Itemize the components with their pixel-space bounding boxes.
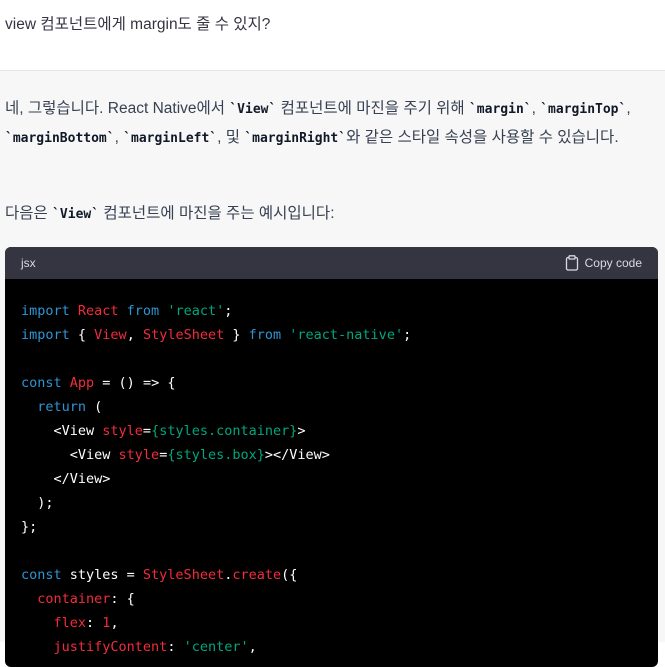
code-block: jsx Copy code import React from 'react';… [5, 247, 658, 667]
code-token: { [69, 327, 95, 343]
paragraph-text: 다음은 [5, 205, 53, 222]
user-message-text: view 컴포넌트에게 margin도 줄 수 있지? [5, 16, 271, 33]
code-token: 'react-native' [289, 327, 404, 343]
assistant-message: 네, 그렇습니다. React Native에서 `View` 컴포넌트에 마진… [0, 71, 665, 667]
code-line: const styles = StyleSheet.create({ [21, 563, 411, 587]
code-line: import React from 'react'; [21, 299, 411, 323]
code-token: import [21, 327, 70, 343]
user-message: view 컴포넌트에게 margin도 줄 수 있지? [0, 0, 665, 71]
paragraph-text: 네, 그렇습니다. React Native에서 [5, 100, 230, 117]
paragraph-text: , 및 [217, 129, 245, 146]
code-token: App [69, 375, 95, 391]
inline-code: `marginLeft` [123, 131, 218, 146]
code-token: flex [53, 615, 87, 631]
code-token: 'react' [167, 303, 225, 319]
inline-code: `margin` [468, 102, 532, 117]
code-token: {styles.container} [151, 423, 298, 439]
code-line: }; [21, 515, 411, 539]
code-token: }; [21, 519, 38, 535]
code-token: ; [403, 327, 412, 343]
code-block-header: jsx Copy code [5, 247, 658, 279]
code-token: ); [21, 495, 54, 511]
code-token: </View> [21, 471, 111, 487]
code-token: import [21, 303, 78, 319]
paragraph-text: , [626, 100, 631, 117]
code-token: from [118, 303, 168, 319]
code-token: create [232, 567, 282, 583]
code-token: StyleSheet [142, 567, 225, 583]
code-line: const App = () => { [21, 371, 411, 395]
code-token: styles = [61, 567, 143, 583]
inline-code: `View` [52, 207, 100, 222]
code-line: return ( [21, 395, 411, 419]
code-token: , [248, 639, 257, 655]
paragraph-text: 와 같은 스타일 속성을 사용할 수 있습니다. [346, 129, 619, 146]
paragraph-text: 컴포넌트에 마진을 주기 위해 [276, 100, 469, 117]
code-line: import { View, StyleSheet } from 'react-… [21, 323, 411, 347]
code-token: {styles.box} [167, 447, 265, 463]
assistant-paragraph-2: 다음은 `View` 컴포넌트에 마진을 주는 예시입니다: [5, 200, 660, 229]
paragraph-text: , [531, 100, 541, 117]
code-token: View [94, 327, 127, 343]
code-token: container [37, 591, 111, 607]
copy-code-label: Copy code [584, 256, 642, 270]
clipboard-icon [565, 255, 578, 271]
code-token: from [248, 327, 282, 343]
code-line: <View style={styles.box}></View> [21, 443, 411, 467]
inline-code: `marginTop` [540, 102, 627, 117]
code-token: <View [21, 447, 119, 463]
code-token: const [21, 567, 62, 583]
code-token: , [110, 615, 119, 631]
code-token: ({ [281, 567, 298, 583]
paragraph-text: , [114, 129, 124, 146]
code-token: : [167, 639, 184, 655]
code-language-label: jsx [21, 256, 36, 270]
code-token: <View [21, 423, 103, 439]
code-line: flex: 1, [21, 611, 411, 635]
code-token: : [86, 615, 103, 631]
code-token: style [102, 423, 143, 439]
code-token: React [77, 303, 119, 319]
code-token: return [37, 399, 87, 415]
code-token: > [297, 423, 306, 439]
code-token: } [224, 327, 249, 343]
inline-code: `marginBottom` [5, 131, 115, 146]
code-line: container: { [21, 587, 411, 611]
assistant-paragraph-1: 네, 그렇습니다. React Native에서 `View` 컴포넌트에 마진… [5, 95, 660, 153]
code-token: ; [224, 303, 233, 319]
inline-code: `View` [229, 102, 277, 117]
code-token: const [21, 375, 70, 391]
code-content: import React from 'react'; import { View,… [21, 299, 411, 659]
code-token: ></View> [264, 447, 330, 463]
paragraph-text: 컴포넌트에 마진을 주는 예시입니다: [99, 205, 335, 222]
code-line: ); [21, 491, 411, 515]
code-token: 'center' [183, 639, 249, 655]
code-token: = () => { [94, 375, 176, 391]
code-token: StyleSheet [142, 327, 225, 343]
code-line: </View> [21, 467, 411, 491]
copy-code-button[interactable]: Copy code [565, 254, 642, 272]
code-token: , [126, 327, 143, 343]
code-line: <View style={styles.container}> [21, 419, 411, 443]
inline-code: `marginRight` [244, 131, 347, 146]
code-line: justifyContent: 'center', [21, 635, 411, 659]
code-token: = [142, 423, 152, 439]
code-token: : { [110, 591, 135, 607]
code-token: style [118, 447, 160, 463]
code-token: justifyContent [53, 639, 168, 655]
code-token: ( [86, 399, 103, 415]
